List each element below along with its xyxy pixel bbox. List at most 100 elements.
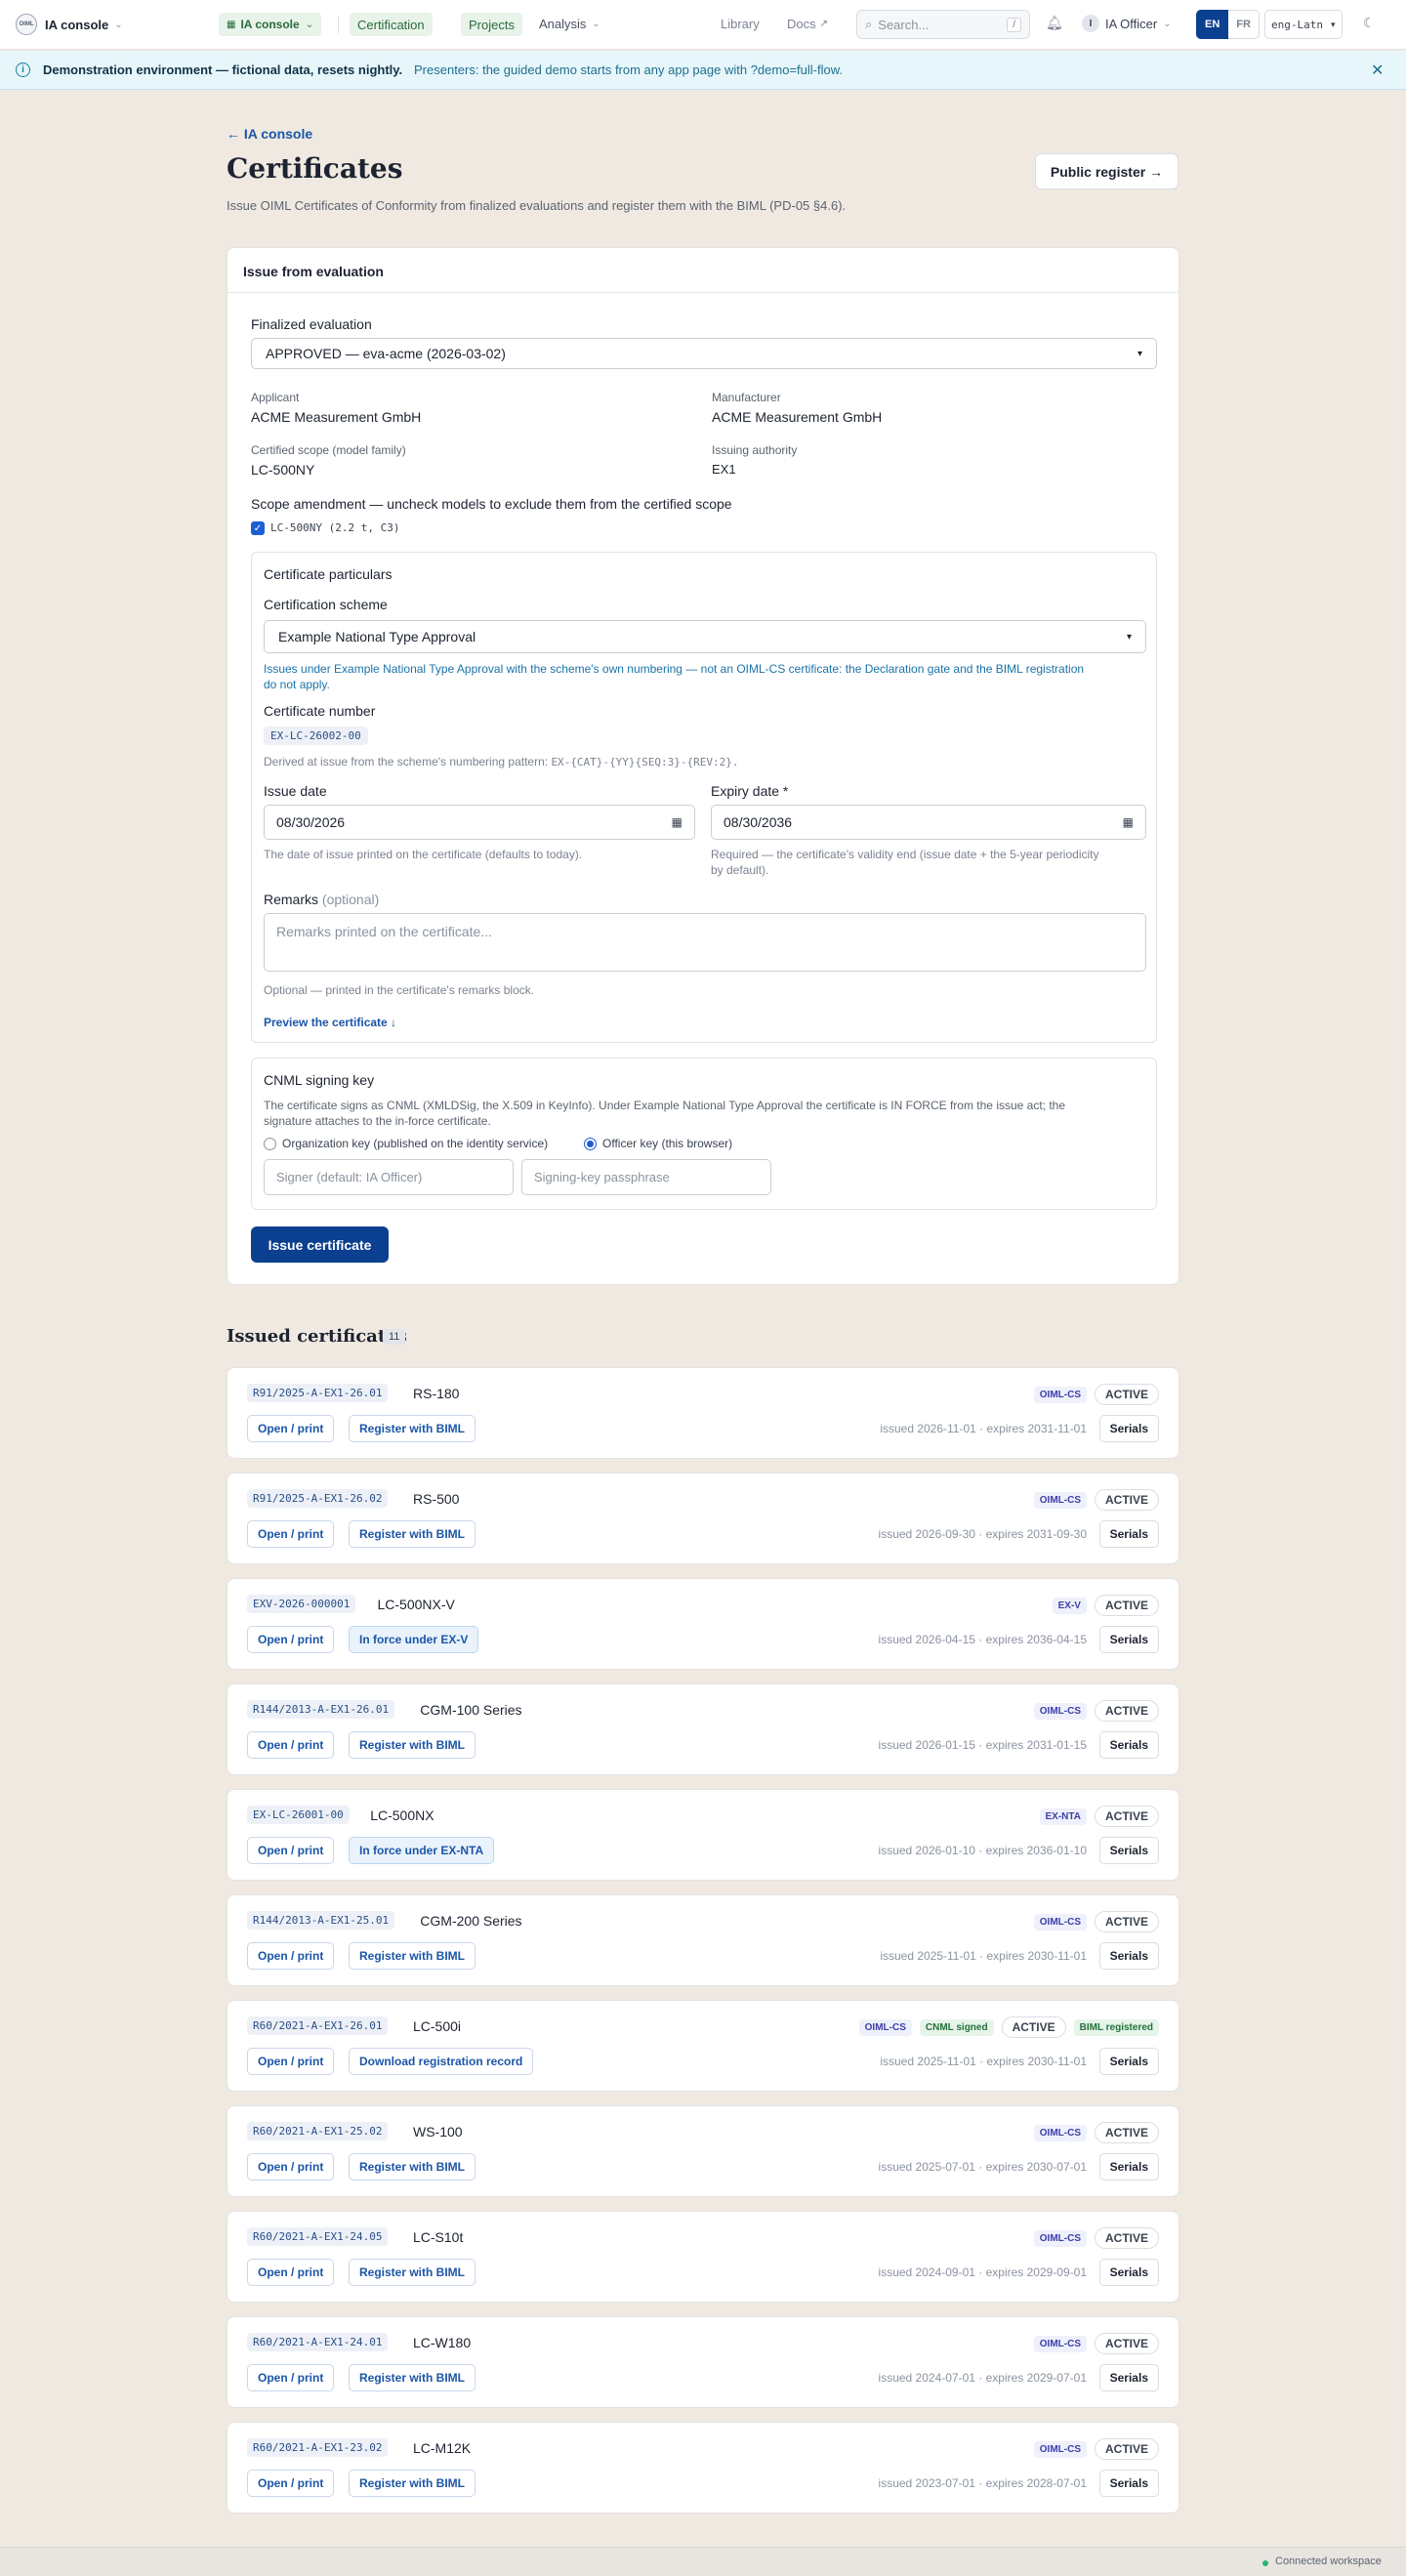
- app-switcher[interactable]: OIML IA console ⌄: [16, 14, 123, 35]
- open-print-button[interactable]: Open / print: [247, 1731, 335, 1759]
- certificate-number: R60/2021-A-EX1-25.02: [247, 2122, 389, 2140]
- cnml-description: The certificate signs as CNML (XMLDSig, …: [264, 1099, 1066, 1112]
- scope-value: LC-500NY: [251, 462, 315, 478]
- open-print-button[interactable]: Open / print: [247, 2364, 335, 2391]
- serials-button[interactable]: Serials: [1098, 1415, 1159, 1442]
- in-force-button[interactable]: In force under EX-V: [349, 1626, 479, 1653]
- serials-button[interactable]: Serials: [1098, 1731, 1159, 1759]
- external-link-icon: ↗: [819, 19, 829, 29]
- close-icon[interactable]: ✕: [1371, 61, 1384, 80]
- serials-button[interactable]: Serials: [1098, 2470, 1159, 2497]
- nav-projects[interactable]: Projects: [461, 13, 522, 36]
- manufacturer-label: Manufacturer: [712, 391, 781, 404]
- banner-text: Presenters: the guided demo starts from …: [414, 62, 843, 77]
- certificate-dates: issued 2026-01-10 · expires 2036-01-10: [878, 1844, 1087, 1857]
- lang-fr-button[interactable]: FR: [1228, 10, 1260, 39]
- certificate-badges: OIML-CS ACTIVE: [1033, 2333, 1159, 2354]
- console-pill-label: IA console: [240, 18, 300, 31]
- preview-certificate-link[interactable]: Preview the certificate ↓: [264, 1016, 396, 1029]
- certificate-badges: OIML-CS ACTIVE: [1033, 1700, 1159, 1722]
- remarks-textarea[interactable]: Remarks printed on the certificate...: [264, 913, 1146, 972]
- back-link[interactable]: ← IA console: [227, 126, 312, 142]
- nav-library[interactable]: Library: [721, 17, 760, 31]
- serials-button[interactable]: Serials: [1098, 2364, 1159, 2391]
- status-badge: ACTIVE: [1094, 1595, 1159, 1616]
- download-record-button[interactable]: Download registration record: [349, 2048, 534, 2075]
- serials-button[interactable]: Serials: [1098, 1942, 1159, 1970]
- lang-en-button[interactable]: EN: [1196, 10, 1229, 39]
- console-pill[interactable]: ▦ IA console ⌄: [219, 13, 322, 36]
- nav-analysis[interactable]: Analysis ⌄: [539, 17, 600, 31]
- in-force-button[interactable]: In force under EX-NTA: [349, 1837, 495, 1864]
- applicant-value: ACME Measurement GmbH: [251, 409, 422, 425]
- user-name: IA Officer: [1105, 16, 1158, 31]
- open-print-button[interactable]: Open / print: [247, 1415, 335, 1442]
- status-badge: ACTIVE: [1094, 2122, 1159, 2143]
- register-biml-button[interactable]: Register with BIML: [349, 1415, 476, 1442]
- certificate-row: R144/2013-A-EX1-26.01 CGM-100 Series OIML-…: [227, 1683, 1179, 1775]
- scheme-badge: OIML-CS: [1033, 2124, 1087, 2141]
- moon-icon[interactable]: ☾: [1363, 15, 1376, 31]
- authority-value: EX1: [712, 462, 736, 477]
- open-print-button[interactable]: Open / print: [247, 2470, 335, 2497]
- public-register-button[interactable]: Public register →: [1035, 153, 1179, 189]
- search-input[interactable]: ⌕ Search... /: [856, 10, 1030, 39]
- remarks-hint: Optional — printed in the certificate's …: [264, 983, 535, 997]
- certificate-dates: issued 2026-09-30 · expires 2031-09-30: [878, 1527, 1087, 1541]
- serials-button[interactable]: Serials: [1098, 1837, 1159, 1864]
- finalized-evaluation-select[interactable]: APPROVED — eva-acme (2026-03-02) ▾: [251, 338, 1157, 369]
- register-biml-button[interactable]: Register with BIML: [349, 1731, 476, 1759]
- open-print-button[interactable]: Open / print: [247, 2259, 335, 2286]
- register-biml-button[interactable]: Register with BIML: [349, 2470, 476, 2497]
- script-select-value: eng-Latn: [1271, 18, 1323, 31]
- org-key-radio[interactable]: [264, 1138, 276, 1150]
- register-biml-button[interactable]: Register with BIML: [349, 2364, 476, 2391]
- user-menu[interactable]: I IA Officer ⌄: [1082, 15, 1172, 32]
- certificate-model: CGM-100 Series: [420, 1702, 522, 1718]
- register-biml-button[interactable]: Register with BIML: [349, 1520, 476, 1548]
- calendar-icon[interactable]: ▦: [1123, 815, 1134, 829]
- scope-model-checkbox[interactable]: ✓: [251, 521, 265, 535]
- status-badge: ACTIVE: [1001, 2016, 1066, 2038]
- certificate-badges: OIML-CS ACTIVE: [1033, 2227, 1159, 2249]
- serials-button[interactable]: Serials: [1098, 1626, 1159, 1653]
- open-print-button[interactable]: Open / print: [247, 1626, 335, 1653]
- language-toggle: EN FR: [1196, 10, 1260, 39]
- passphrase-input[interactable]: Signing-key passphrase: [521, 1159, 771, 1195]
- expiry-date-input[interactable]: 08/30/2036 ▦: [711, 805, 1146, 840]
- register-biml-button[interactable]: Register with BIML: [349, 1942, 476, 1970]
- certificate-row: EX-LC-26001-00 LC-500NX EX-NTA ACTIVE Open /…: [227, 1789, 1179, 1881]
- calendar-icon[interactable]: ▦: [672, 815, 682, 829]
- officer-key-radio[interactable]: [584, 1138, 597, 1150]
- open-print-button[interactable]: Open / print: [247, 1942, 335, 1970]
- demo-banner: i Demonstration environment — fictional …: [0, 51, 1406, 90]
- open-print-button[interactable]: Open / print: [247, 2048, 335, 2075]
- certificate-model: LC-500NX: [370, 1807, 434, 1823]
- serials-button[interactable]: Serials: [1098, 2153, 1159, 2181]
- certificate-badges: OIML-CS ACTIVE: [1033, 1384, 1159, 1405]
- info-icon: i: [16, 62, 30, 77]
- certificate-row: R60/2021-A-EX1-23.02 LC-M12K OIML-CS ACTIVE…: [227, 2422, 1179, 2514]
- open-print-button[interactable]: Open / print: [247, 1520, 335, 1548]
- certificate-number: R144/2013-A-EX1-26.01: [247, 1700, 395, 1719]
- serials-button[interactable]: Serials: [1098, 1520, 1159, 1548]
- certificate-model: LC-M12K: [413, 2440, 472, 2456]
- bell-icon[interactable]: 🔔︎: [1046, 15, 1063, 31]
- issue-date-input[interactable]: 08/30/2026 ▦: [264, 805, 695, 840]
- register-biml-button[interactable]: Register with BIML: [349, 2259, 476, 2286]
- open-print-button[interactable]: Open / print: [247, 2153, 335, 2181]
- cnml-signed-badge: CNML signed: [919, 2018, 994, 2036]
- register-biml-button[interactable]: Register with BIML: [349, 2153, 476, 2181]
- serials-button[interactable]: Serials: [1098, 2048, 1159, 2075]
- serials-button[interactable]: Serials: [1098, 2259, 1159, 2286]
- nav-docs-label: Docs: [787, 17, 816, 31]
- open-print-button[interactable]: Open / print: [247, 1837, 335, 1864]
- scheme-select[interactable]: Example National Type Approval ▾: [264, 620, 1146, 653]
- script-select[interactable]: eng-Latn ▾: [1264, 10, 1343, 39]
- chevron-down-icon: ⌄: [592, 19, 600, 29]
- signer-input[interactable]: Signer (default: IA Officer): [264, 1159, 514, 1195]
- nav-certification[interactable]: Certification: [350, 13, 433, 36]
- certificate-dates: issued 2026-01-15 · expires 2031-01-15: [878, 1738, 1087, 1752]
- issue-certificate-button[interactable]: Issue certificate: [251, 1226, 389, 1263]
- nav-docs[interactable]: Docs ↗: [787, 17, 828, 31]
